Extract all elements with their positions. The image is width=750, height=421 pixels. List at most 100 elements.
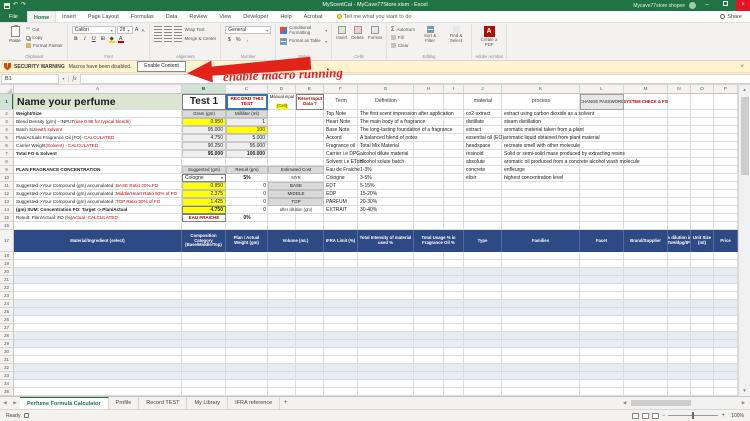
cell-K1[interactable]: process [502, 94, 580, 110]
sort-filter-button[interactable]: Sort & Filter [419, 26, 441, 49]
result-concentration-cell[interactable]: EAU FRAICHE [182, 214, 226, 222]
system-check-button[interactable]: "SYSTEM CHECK & FIX" [624, 94, 668, 110]
horizontal-scrollbar[interactable]: ◀ ▶ [620, 397, 750, 409]
scroll-down-icon[interactable]: ▼ [739, 386, 750, 396]
cell-J3[interactable]: distillate [464, 118, 502, 126]
column-header-J[interactable]: J [464, 85, 502, 93]
cell-C14[interactable]: 0 [226, 206, 268, 214]
cell-J6[interactable]: headspace [464, 142, 502, 150]
column-header-C[interactable]: C [226, 85, 268, 93]
row-header-31[interactable]: 31 [0, 356, 14, 364]
row-header-29[interactable]: 29 [0, 340, 14, 348]
cell-G2[interactable]: The first scent impression after applica… [358, 110, 454, 118]
cell-A14[interactable]: (gm) SUM: Concentration FO: Target -> Pl… [14, 206, 182, 214]
column-header-I[interactable]: I [444, 85, 464, 93]
ribbon-tab-acrobat[interactable]: Acrobat [298, 11, 329, 22]
cell-J17[interactable]: Type [464, 230, 502, 252]
cell-A17[interactable]: Material/Ingredient (select) [14, 230, 182, 252]
cell-D13[interactable]: TOP [268, 198, 324, 206]
font-size-select[interactable]: 28 ▾ [116, 26, 133, 34]
test-name-cell[interactable]: Test 1 [182, 94, 226, 110]
cell-D17[interactable]: Volume (mL) [268, 230, 324, 252]
cell-A7[interactable]: Total FO & Solvent [14, 150, 182, 158]
cell-K4[interactable]: aromatic material taken from a plant [502, 126, 584, 134]
column-header-O[interactable]: O [691, 85, 714, 93]
align-bottom-icon[interactable] [174, 26, 183, 33]
cell-B4[interactable]: 95.000 [182, 126, 226, 134]
sheet-tab-perfume-formula-calculator[interactable]: Perfume Formula Calculator [20, 397, 109, 409]
message-bar-close-icon[interactable]: × [740, 64, 746, 70]
cell-A3[interactable]: Blend Density (g/m) - INPUT (use 0.95 fo… [14, 118, 182, 126]
cell-C17[interactable]: Plan / Actual Weight (gm) [226, 230, 268, 252]
cell-D12[interactable]: MIDDLE [268, 190, 324, 198]
cell-F10[interactable]: Cologne [324, 174, 358, 182]
cell-K2[interactable]: extract using carbon dioxide as a solven… [502, 110, 594, 118]
cell-A9[interactable]: PLAN FRAGRANCE CONCENTRATION [14, 166, 182, 174]
cell-B3[interactable]: 0.950 [182, 118, 226, 126]
cell-C5[interactable]: 5.000 [226, 134, 268, 142]
ribbon-tab-insert[interactable]: Insert [56, 11, 82, 22]
cell-F2[interactable]: Top Note [324, 110, 358, 118]
row-header-4[interactable]: 4 [0, 126, 14, 134]
cell-K8[interactable]: aromatic oil produced from a concrete al… [502, 158, 640, 166]
cell-A15[interactable]: Result: Plan/Actual: FO (%) Actual- CALC… [14, 214, 182, 222]
cell-C15[interactable]: 0% [226, 214, 268, 222]
row-header-14[interactable]: 14 [0, 206, 14, 214]
cell-D10[interactable]: MYR [268, 174, 324, 182]
row-header-5[interactable]: 5 [0, 134, 14, 142]
cell-G9[interactable]: 1-3% [358, 166, 414, 174]
sheet-tab-profile[interactable]: Profile [109, 397, 140, 409]
zoom-slider-thumb[interactable] [692, 412, 695, 419]
cell-F11[interactable]: EDT [324, 182, 358, 190]
row-header-23[interactable]: 23 [0, 292, 14, 300]
row-header-10[interactable]: 10 [0, 174, 14, 182]
avatar[interactable] [689, 2, 696, 9]
wrap-text-button[interactable]: Wrap Text [184, 27, 204, 32]
row-header-33[interactable]: 33 [0, 372, 14, 380]
italic-button[interactable]: I [81, 35, 89, 43]
cell-G17[interactable]: Total Intensity of material used % [358, 230, 414, 252]
cell-B7[interactable]: 95.000 [182, 150, 226, 158]
column-header-H[interactable]: H [414, 85, 444, 93]
autosum-button[interactable]: Σ AutoSum [391, 26, 415, 33]
row-header-28[interactable]: 28 [0, 332, 14, 340]
cell-F13[interactable]: PARFUM [324, 198, 358, 206]
cell-G5[interactable]: A balanced blend of notes [358, 134, 418, 142]
row-header-27[interactable]: 27 [0, 324, 14, 332]
cell-C9[interactable]: Result (gm) [226, 166, 268, 174]
dropdown-arrow-icon[interactable]: ▾ [221, 176, 223, 180]
ribbon-tab-help[interactable]: Help [274, 11, 297, 22]
cell-K10[interactable]: highest concentration level [502, 174, 580, 182]
column-header-B[interactable]: B [182, 85, 226, 93]
row-header-12[interactable]: 12 [0, 190, 14, 198]
zoom-out-button[interactable]: − [662, 413, 666, 419]
scroll-left-icon[interactable]: ◀ [620, 400, 629, 406]
cell-K3[interactable]: steam distillation [502, 118, 580, 126]
ribbon-tab-developer[interactable]: Developer [237, 11, 274, 22]
row-header-7[interactable]: 7 [0, 150, 14, 158]
cell-C6[interactable]: 95.000 [226, 142, 268, 150]
reset-input-button[interactable]: Reset Input Data ? [296, 94, 324, 110]
format-painter-button[interactable]: Format Painter [26, 42, 63, 49]
cell-F12[interactable]: EDP [324, 190, 358, 198]
cell-K7[interactable]: Solid or semi-solid mass produced by ext… [502, 150, 625, 158]
column-header-M[interactable]: M [624, 85, 668, 93]
bold-button[interactable]: B [72, 35, 80, 43]
column-header-D[interactable]: D [268, 85, 296, 93]
delete-cells-button[interactable]: Delete [351, 26, 364, 40]
cell-C12[interactable]: 0 [226, 190, 268, 198]
cell-B11[interactable]: 0.950 [182, 182, 226, 190]
cell-F9[interactable]: Eau de Fraiche [324, 166, 360, 174]
cell-L17[interactable]: Facet [580, 230, 624, 252]
cell-F7[interactable]: Carrier i.e DPG [324, 150, 360, 158]
minimize-button[interactable]: – [700, 0, 714, 11]
find-select-button[interactable]: Find & Select [445, 26, 467, 49]
comma-format-button[interactable]: , [243, 36, 251, 44]
fx-icon[interactable]: fx [68, 75, 80, 82]
cell-G8[interactable]: alcohol solute batch [358, 158, 414, 166]
cell-N17[interactable]: % dilution in EToH/dpg/IPM [668, 230, 691, 252]
grid[interactable]: 1 2 3 4 5 6 7 8 9 10 11 12 13 14 15 16 17 18 19 20 21 22 23 24 2… [0, 94, 738, 396]
cell-G6[interactable]: Total Mix Material [358, 142, 414, 150]
close-button[interactable]: × [736, 0, 750, 11]
cell-F3[interactable]: Heart Note [324, 118, 358, 126]
